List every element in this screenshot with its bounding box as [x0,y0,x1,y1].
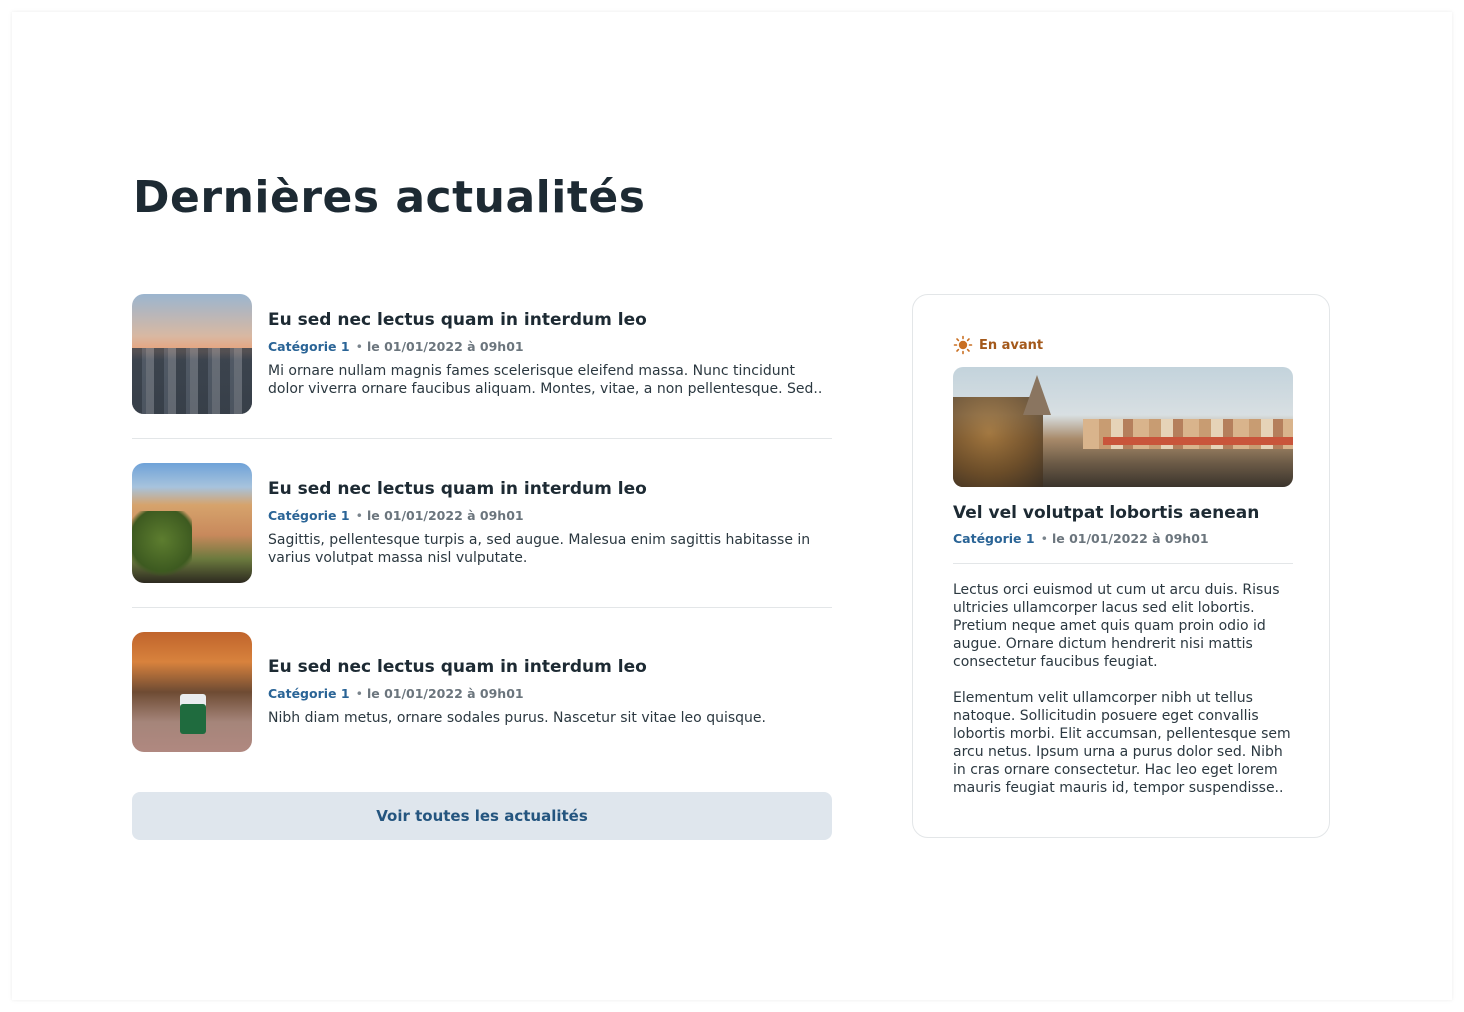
meta-separator: • [355,339,363,354]
divider [132,607,832,608]
news-title[interactable]: Eu sed nec lectus quam in interdum leo [268,657,832,677]
meta-separator: • [355,508,363,523]
news-list: Eu sed nec lectus quam in interdum leo C… [132,294,832,752]
news-thumbnail[interactable] [132,294,252,414]
news-body: Eu sed nec lectus quam in interdum leo C… [268,310,832,398]
news-excerpt: Mi ornare nullam magnis fames scelerisqu… [268,363,823,397]
news-body: Eu sed nec lectus quam in interdum leo C… [268,479,832,567]
news-date: le 01/01/2022 à 09h01 [366,686,524,701]
all-news-button[interactable]: Voir toutes les actualités [132,792,832,840]
featured-paragraph: Lectus orci euismod ut cum ut arcu duis.… [953,582,1280,670]
news-thumbnail[interactable] [132,463,252,583]
news-date: le 01/01/2022 à 09h01 [366,508,524,523]
news-item[interactable]: Eu sed nec lectus quam in interdum leo C… [132,463,832,583]
featured-date: le 01/01/2022 à 09h01 [1051,531,1209,546]
news-title[interactable]: Eu sed nec lectus quam in interdum leo [268,310,832,330]
featured-paragraph: Elementum velit ullamcorper nibh ut tell… [953,690,1291,796]
news-category[interactable]: Catégorie 1 [268,508,350,523]
sun-icon [953,335,973,355]
news-excerpt: Sagittis, pellentesque turpis a, sed aug… [268,532,811,566]
image-bridge [1103,437,1293,445]
meta-separator: • [355,686,363,701]
page-title: Dernières actualités [133,172,646,223]
news-excerpt: Nibh diam metus, ornare sodales purus. N… [268,710,766,726]
news-category[interactable]: Catégorie 1 [268,686,350,701]
news-item[interactable]: Eu sed nec lectus quam in interdum leo C… [132,632,832,752]
featured-card[interactable]: En avant Vel vel volutpat lobortis aenea… [912,294,1330,838]
news-category[interactable]: Catégorie 1 [268,339,350,354]
news-title[interactable]: Eu sed nec lectus quam in interdum leo [268,479,832,499]
featured-title[interactable]: Vel vel volutpat lobortis aenean [953,503,1259,523]
news-date: le 01/01/2022 à 09h01 [366,339,524,354]
divider [953,563,1293,564]
news-thumbnail[interactable] [132,632,252,752]
news-meta: Catégorie 1 • le 01/01/2022 à 09h01 [268,686,832,701]
news-meta: Catégorie 1 • le 01/01/2022 à 09h01 [268,508,832,523]
divider [132,438,832,439]
featured-meta: Catégorie 1 • le 01/01/2022 à 09h01 [953,531,1209,546]
featured-badge: En avant [953,335,1043,355]
image-church [1023,375,1051,415]
news-meta: Catégorie 1 • le 01/01/2022 à 09h01 [268,339,832,354]
featured-badge-label: En avant [979,337,1044,353]
featured-image[interactable] [953,367,1293,487]
meta-separator: • [1040,531,1048,546]
news-body: Eu sed nec lectus quam in interdum leo C… [268,657,832,727]
news-item[interactable]: Eu sed nec lectus quam in interdum leo C… [132,294,832,414]
featured-category[interactable]: Catégorie 1 [953,531,1035,546]
